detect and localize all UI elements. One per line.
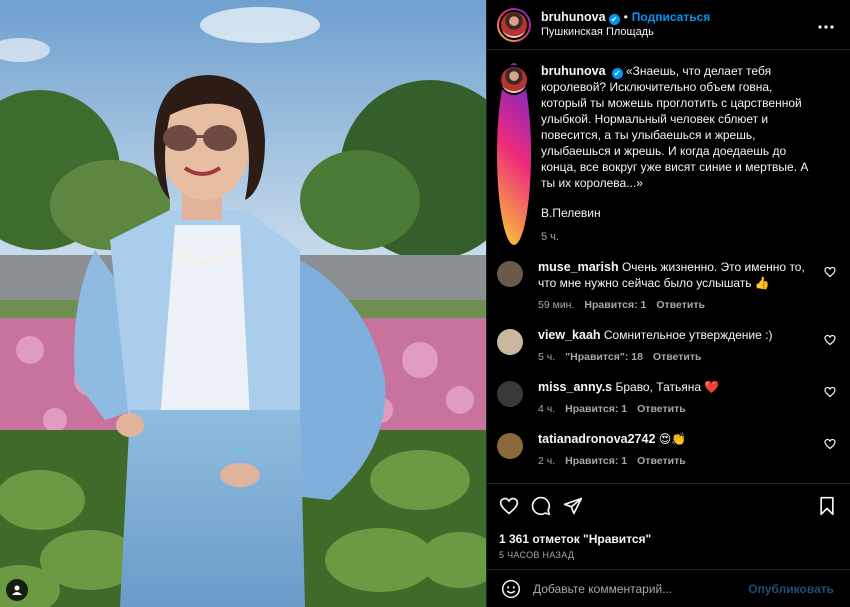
commenter-avatar[interactable] — [497, 261, 523, 287]
post-photo[interactable] — [0, 0, 486, 607]
reply-button[interactable]: Ответить — [656, 299, 705, 311]
post-caption: bruhunova ✔ «Знаешь, что делает тебя коро… — [497, 63, 836, 245]
add-comment-bar: Опубликовать — [487, 569, 850, 607]
caption-text: «Знаешь, что делает тебя королевой? Искл… — [541, 64, 809, 190]
commenter-username[interactable]: muse_marish — [538, 260, 619, 274]
commenter-username[interactable]: view_kaah — [538, 328, 601, 342]
comment-likes[interactable]: "Нравится": 18 — [565, 351, 643, 363]
caption-signature: В.Пелевин — [541, 206, 601, 220]
comment-likes[interactable]: Нравится: 1 — [565, 455, 627, 467]
bookmark-icon — [820, 496, 834, 516]
like-button[interactable] — [499, 496, 519, 521]
comment-time[interactable]: 2 ч. — [538, 455, 555, 467]
comments-scroll-area[interactable]: bruhunova ✔ «Знаешь, что делает тебя коро… — [487, 51, 850, 482]
more-horizontal-icon — [818, 24, 834, 29]
comment-item: view_kaah Сомнительное утверждение :) 5 ч… — [497, 327, 836, 365]
comment-time[interactable]: 4 ч. — [538, 403, 555, 415]
user-tag-button[interactable] — [6, 579, 28, 601]
author-username[interactable]: bruhunova — [541, 10, 606, 24]
reply-button[interactable]: Ответить — [637, 403, 686, 415]
comment-time[interactable]: 59 мин. — [538, 299, 574, 311]
comments-list: muse_marish Очень жизненно. Это именно т… — [497, 259, 836, 469]
commenter-avatar[interactable] — [497, 433, 523, 459]
author-avatar[interactable] — [497, 7, 531, 42]
instagram-post-view: bruhunova ✔ • Подписаться Пушкинская Площад… — [0, 0, 850, 607]
more-options-button[interactable] — [816, 16, 836, 34]
post-header: bruhunova ✔ • Подписаться Пушкинская Площад… — [487, 0, 850, 50]
comment-text: 😍👏 — [658, 432, 687, 446]
publish-button[interactable]: Опубликовать — [748, 582, 834, 596]
comment-likes[interactable]: Нравится: 1 — [565, 403, 627, 415]
share-button[interactable] — [563, 496, 583, 521]
likes-count[interactable]: 1 361 отметок "Нравится" — [499, 532, 836, 546]
caption-time[interactable]: 5 ч. — [541, 229, 821, 245]
comment-item: miss_anny.s Браво, Татьяна ❤️ 4 ч. Нравитс… — [497, 379, 836, 417]
comment-button[interactable] — [531, 496, 551, 521]
comment-like-heart-icon[interactable] — [824, 334, 836, 346]
caption-avatar[interactable] — [497, 63, 531, 245]
commenter-avatar[interactable] — [497, 381, 523, 407]
comment-text: Браво, Татьяна ❤️ — [615, 380, 720, 394]
heart-icon — [499, 497, 519, 515]
send-icon — [563, 497, 583, 515]
caption-username[interactable]: bruhunova — [541, 64, 606, 78]
emoji-icon[interactable] — [501, 579, 521, 599]
save-button[interactable] — [818, 496, 836, 521]
comment-icon — [531, 496, 551, 516]
commenter-username[interactable]: tatianadronova2742 — [538, 432, 655, 446]
comment-like-heart-icon[interactable] — [824, 266, 836, 278]
comment-like-heart-icon[interactable] — [824, 386, 836, 398]
photo-illustration — [0, 0, 486, 607]
commenter-avatar[interactable] — [497, 329, 523, 355]
follow-button[interactable]: Подписаться — [632, 10, 710, 24]
post-actions: 1 361 отметок "Нравится" 5 ЧАСОВ НАЗАД — [487, 483, 850, 560]
verified-badge-icon: ✔ — [611, 68, 623, 79]
commenter-username[interactable]: miss_anny.s — [538, 380, 612, 394]
reply-button[interactable]: Ответить — [637, 455, 686, 467]
comment-item: muse_marish Очень жизненно. Это именно т… — [497, 259, 836, 313]
reply-button[interactable]: Ответить — [653, 351, 702, 363]
user-icon — [12, 585, 22, 595]
comment-likes[interactable]: Нравится: 1 — [584, 299, 646, 311]
post-timestamp[interactable]: 5 ЧАСОВ НАЗАД — [499, 550, 836, 560]
comment-item: tatianadronova2742 😍👏 2 ч. Нравится: 1 Отве… — [497, 431, 836, 469]
post-sidebar: bruhunova ✔ • Подписаться Пушкинская Площад… — [486, 0, 850, 607]
comment-like-heart-icon[interactable] — [824, 438, 836, 450]
separator-dot: • — [623, 10, 628, 24]
post-location[interactable]: Пушкинская Площадь — [541, 25, 816, 40]
verified-badge-icon: ✔ — [608, 14, 620, 25]
comment-time[interactable]: 5 ч. — [538, 351, 555, 363]
comment-text: Сомнительное утверждение :) — [603, 328, 773, 342]
comment-input[interactable] — [533, 581, 749, 596]
